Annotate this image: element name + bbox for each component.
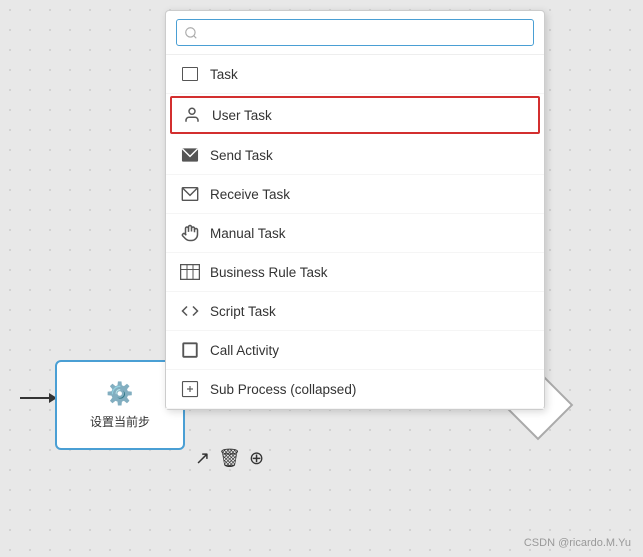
manual-task-icon [180,223,200,243]
toolbar: ↗ 🗑 ⊕ [195,448,264,469]
node-icon: ⚙️ [106,381,133,407]
menu-item-task[interactable]: Task [166,55,544,94]
receive-task-icon [180,184,200,204]
menu-item-send-task[interactable]: Send Task [166,136,544,175]
send-task-icon [180,145,200,165]
script-task-label: Script Task [210,304,276,319]
node-label: 设置当前步 [90,413,150,430]
menu-item-business-rule[interactable]: Business Rule Task [166,253,544,292]
add-icon[interactable]: ⊕ [249,448,264,469]
search-input[interactable] [176,19,534,46]
search-box [166,11,544,55]
menu-item-receive-task[interactable]: Receive Task [166,175,544,214]
send-task-label: Send Task [210,148,273,163]
receive-task-label: Receive Task [210,187,290,202]
connection-arrow [20,397,56,399]
manual-task-label: Manual Task [210,226,286,241]
sub-process-label: Sub Process (collapsed) [210,382,356,397]
task-label: Task [210,67,238,82]
menu-item-script-task[interactable]: Script Task [166,292,544,331]
sub-process-icon [180,379,200,399]
user-task-label: User Task [212,108,272,123]
user-task-icon [182,105,202,125]
menu-list: Task User Task [166,55,544,409]
call-activity-icon [180,340,200,360]
menu-item-sub-process[interactable]: Sub Process (collapsed) [166,370,544,409]
menu-item-user-task[interactable]: User Task [170,96,540,134]
business-rule-label: Business Rule Task [210,265,328,280]
canvas: ⚙️ 设置当前步 ↗ 🗑 ⊕ Task [0,0,643,557]
arrow-icon[interactable]: ↗ [195,448,210,469]
menu-item-call-activity[interactable]: Call Activity [166,331,544,370]
call-activity-label: Call Activity [210,343,279,358]
task-icon [180,64,200,84]
script-task-icon [180,301,200,321]
watermark: CSDN @ricardo.M.Yu [524,537,631,549]
menu-item-manual-task[interactable]: Manual Task [166,214,544,253]
delete-icon[interactable]: 🗑 [218,448,241,469]
task-type-dropdown: Task User Task [165,10,545,410]
business-rule-icon [180,262,200,282]
